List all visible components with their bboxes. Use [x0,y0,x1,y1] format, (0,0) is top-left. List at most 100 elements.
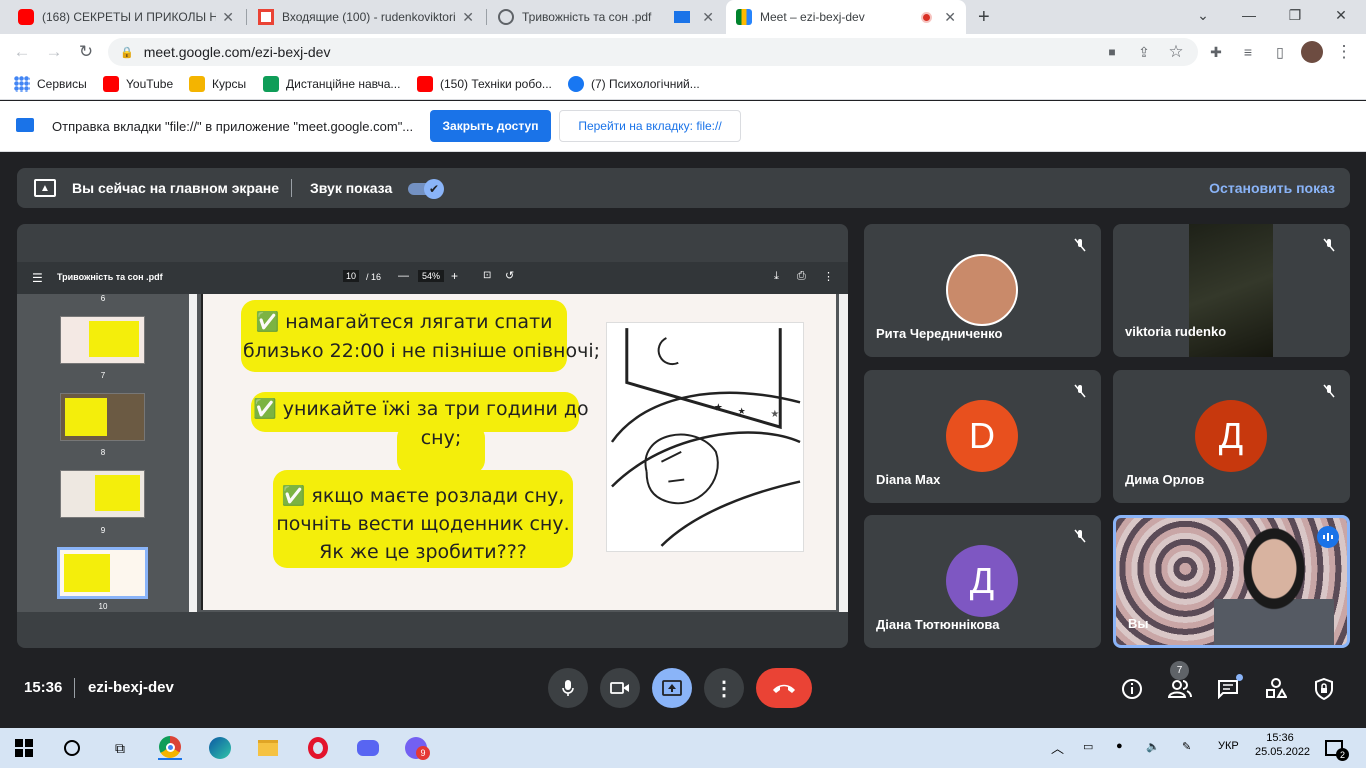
windows-start-icon[interactable] [12,736,36,760]
stop-sharing-button[interactable]: Закрыть доступ [430,110,551,142]
print-icon[interactable]: ⎙ [797,270,806,283]
rotate-icon[interactable]: ↺ [505,269,514,282]
thumbnail-page-7[interactable] [60,316,145,364]
extensions-icon[interactable]: ✚ [1204,40,1228,64]
page-count: / 16 [366,272,382,282]
mic-off-icon [1069,380,1091,402]
thumbnail-page-9[interactable] [60,470,145,518]
sidebar-scrollbar[interactable] [189,294,197,612]
bookmark-techniques[interactable]: (150) Техніки робо... [417,76,552,92]
menu-icon[interactable]: ⋮ [1332,40,1356,64]
close-icon[interactable]: ✕ [222,9,234,26]
zoom-in-icon[interactable]: + [451,269,458,283]
chrome-icon[interactable] [158,736,182,760]
present-now-button[interactable] [652,668,692,708]
search-icon[interactable] [60,736,84,760]
camera-button[interactable] [600,668,640,708]
edge-icon[interactable] [208,736,232,760]
address-bar[interactable]: 🔒 meet.google.com/ezi-bexj-dev [108,38,1198,66]
file-explorer-icon[interactable] [256,736,280,760]
bookmark-services[interactable]: Сервисы [14,76,87,92]
tab-search-icon[interactable]: ⌄ [1180,0,1226,30]
participant-avatar: Д [1195,400,1267,472]
hamburger-menu-icon[interactable]: ☰ [32,271,43,285]
new-tab-button[interactable]: + [978,6,990,29]
people-button[interactable]: 7 [1167,661,1193,702]
thumbnail-page-10[interactable] [57,547,148,599]
sleeping-girl-illustration: ★ ★ ★ [606,322,804,552]
bookmark-star-icon[interactable]: ☆ [1164,40,1188,64]
profile-avatar[interactable] [1300,40,1324,64]
thumbnail-label: 10 [98,602,108,611]
switch-to-tab-button[interactable]: Перейти на вкладку: file:// [559,110,741,142]
minimize-button[interactable]: — [1226,0,1272,30]
participant-name: viktoria rudenko [1125,324,1227,339]
zoom-input[interactable]: 54% [418,270,445,282]
thumbnail-page-8[interactable] [60,393,145,441]
side-panel-icon[interactable]: ▯ [1268,40,1292,64]
language-indicator[interactable]: УКР [1218,740,1239,752]
battery-icon[interactable]: ▭ [1083,740,1093,753]
participant-tile[interactable]: Д Діана Тютюннікова [864,515,1101,648]
microphone-icon[interactable]: ● [1116,740,1123,752]
participant-tile[interactable]: viktoria rudenko [1113,224,1350,357]
maximize-button[interactable]: ❐ [1272,0,1318,30]
fit-page-icon[interactable]: ⊡ [483,270,491,281]
slide-line: Як же це зробити??? [319,541,527,563]
gmail-icon [258,9,274,25]
participant-name: Рита Чередниченко [876,326,1003,341]
youtube-icon [18,9,34,25]
host-controls-button[interactable] [1311,676,1337,702]
volume-icon[interactable]: 🔈 [1146,740,1160,753]
leave-call-button[interactable] [756,668,812,708]
slide-line: ✅ намагайтеся лягати спати [255,311,553,333]
hang-up-icon [773,684,795,693]
close-icon[interactable]: ✕ [702,9,714,26]
notification-count: 2 [1336,748,1349,761]
viber-icon[interactable]: 9 [404,736,430,760]
chevron-up-icon[interactable]: ︿ [1051,738,1064,757]
page-scrollbar[interactable] [839,294,848,612]
meeting-details-button[interactable] [1119,676,1145,702]
camera-icon[interactable]: ■ [1100,40,1124,64]
opera-icon[interactable] [306,736,330,760]
participant-tile[interactable]: Д Дима Орлов [1113,370,1350,503]
task-view-icon[interactable]: ⧉ [108,736,132,760]
tab-meet[interactable]: Meet – ezi-bexj-dev ✕ [726,0,966,34]
participant-avatar: Д [946,545,1018,617]
zoom-out-icon[interactable]: — [398,270,409,282]
self-video-tile[interactable]: Вы [1113,515,1350,648]
chat-button[interactable] [1215,674,1243,702]
tab-pdf[interactable]: Тривожність та сон .pdf ✕ [488,0,724,34]
clock[interactable]: 15:36 25.05.2022 [1255,732,1310,758]
share-icon[interactable]: ⇪ [1132,40,1156,64]
back-button[interactable]: ← [10,40,34,64]
tab-youtube[interactable]: (168) СЕКРЕТЫ И ПРИКОЛЫ НО ✕ [8,0,244,34]
notifications-icon[interactable]: 2 [1322,736,1349,761]
sound-label: Звук показа [310,180,393,196]
download-icon[interactable]: ⤓ [774,270,779,283]
pen-icon[interactable]: ✎ [1182,740,1191,753]
forward-button[interactable]: → [42,40,66,64]
more-options-icon[interactable]: ⋮ [823,270,834,283]
bookmark-psychology[interactable]: (7) Психологічний... [568,76,700,92]
tab-gmail[interactable]: Входящие (100) - rudenkoviktori ✕ [248,0,484,34]
participant-tile[interactable]: D Diana Max [864,370,1101,503]
activities-button[interactable] [1263,676,1289,702]
bookmark-youtube[interactable]: YouTube [103,76,173,92]
bookmark-distance-learning[interactable]: Дистанційне навча... [263,76,400,92]
reload-button[interactable]: ↻ [74,40,98,64]
discord-icon[interactable] [356,736,380,760]
bookmark-courses[interactable]: Курсы [189,76,246,92]
page-input[interactable]: 10 [343,270,360,282]
close-icon[interactable]: ✕ [462,9,474,26]
sound-toggle[interactable]: ✔ [408,179,444,199]
notification-dot [1236,674,1243,681]
stop-presenting-button[interactable]: Остановить показ [1209,180,1335,196]
microphone-button[interactable] [548,668,588,708]
close-icon[interactable]: ✕ [944,9,956,26]
media-control-icon[interactable]: ≡ [1236,40,1260,64]
participant-tile[interactable]: Рита Чередниченко [864,224,1101,357]
close-window-button[interactable]: ✕ [1318,0,1364,30]
more-options-button[interactable]: ⋮ [704,668,744,708]
